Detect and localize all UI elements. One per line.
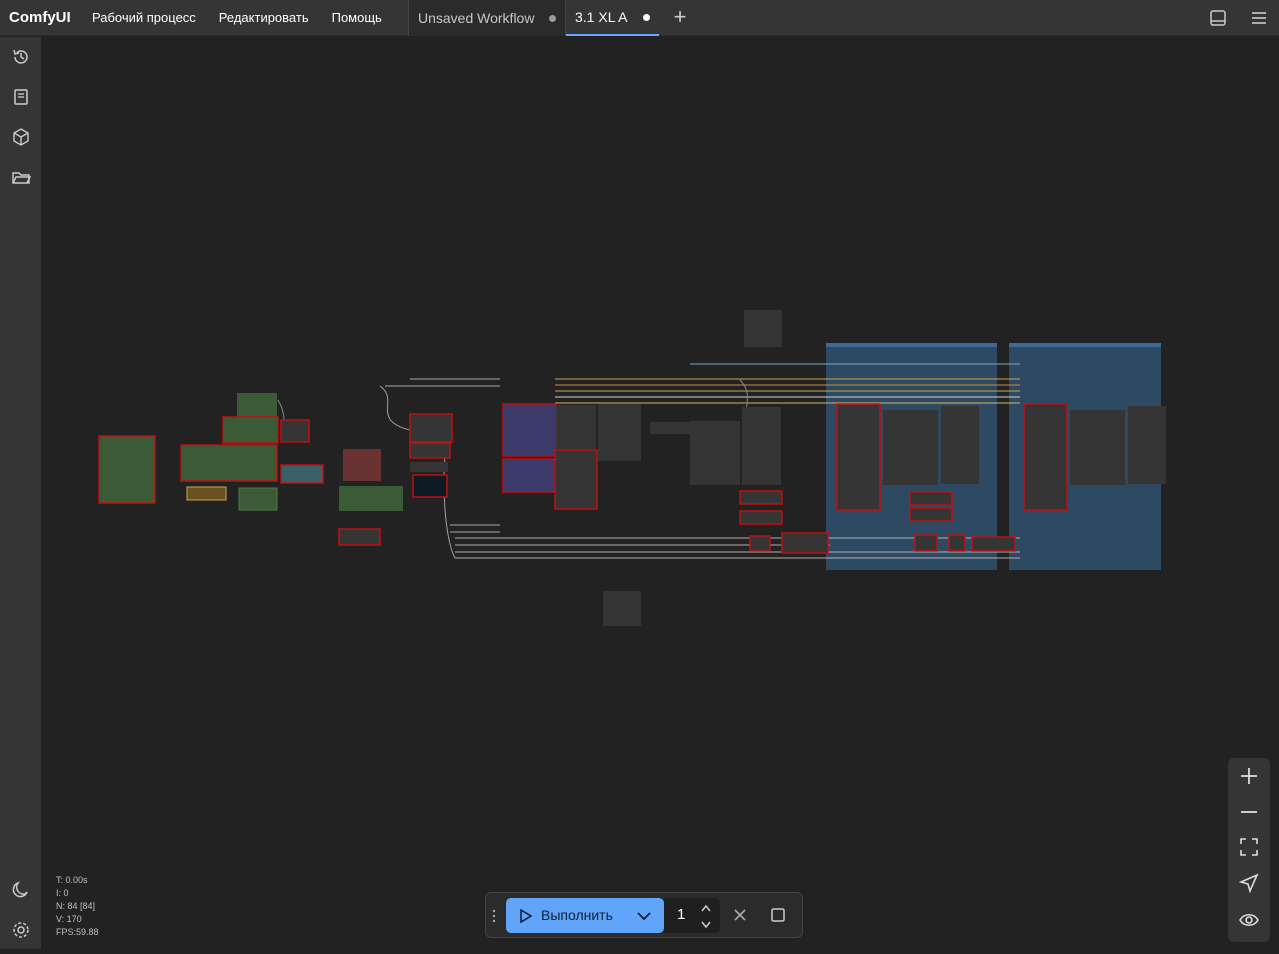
play-icon	[520, 909, 532, 923]
node[interactable]	[98, 310, 1166, 626]
tab-3-1-xl-a[interactable]: 3.1 XL A	[566, 0, 659, 36]
theme-moon-icon[interactable]	[11, 880, 31, 900]
history-icon[interactable]	[11, 47, 31, 67]
add-tab-icon[interactable]: +	[669, 6, 691, 29]
left-sidebar	[0, 37, 41, 949]
locate-icon[interactable]	[1238, 872, 1260, 894]
run-label: Выполнить	[541, 907, 613, 923]
chevron-up-icon[interactable]	[700, 903, 712, 913]
unsaved-dot-icon[interactable]	[549, 14, 556, 22]
model-cube-icon[interactable]	[11, 127, 31, 147]
stat-vertices: V: 170	[56, 914, 82, 924]
chevron-down-icon[interactable]	[636, 909, 652, 923]
tab-unsaved-workflow[interactable]: Unsaved Workflow	[408, 0, 566, 36]
menu-workflow[interactable]: Рабочий процесс	[92, 10, 196, 25]
settings-gear-icon[interactable]	[11, 920, 31, 940]
visibility-icon[interactable]	[1238, 909, 1260, 931]
toggle-panel-icon[interactable]	[1209, 9, 1227, 27]
chevron-down-icon[interactable]	[700, 920, 712, 930]
zoom-out-icon[interactable]	[1238, 801, 1260, 823]
drag-handle-icon[interactable]	[491, 908, 497, 924]
batch-count-value: 1	[677, 906, 686, 923]
batch-count-input[interactable]: 1	[664, 898, 720, 933]
workflow-tabs: Unsaved Workflow 3.1 XL A	[408, 0, 659, 36]
cancel-icon[interactable]	[732, 907, 748, 923]
stat-nodes: N: 84 [84]	[56, 901, 96, 911]
queue-toolbar: Выполнить 1	[485, 892, 803, 938]
zoom-in-icon[interactable]	[1238, 765, 1260, 787]
zoom-controls	[1228, 758, 1270, 942]
render-stats: T: 0.00s I: 0 N: 84 [84] V: 170 FPS:59.8…	[56, 874, 99, 939]
tab-label: Unsaved Workflow	[418, 10, 535, 26]
tab-label: 3.1 XL A	[575, 9, 628, 25]
fit-view-icon[interactable]	[1238, 836, 1260, 858]
stat-fps: FPS:59.88	[56, 927, 99, 937]
stat-time: T: 0.00s	[56, 875, 88, 885]
stop-icon[interactable]	[770, 907, 786, 923]
menu-edit[interactable]: Редактировать	[219, 10, 309, 25]
unsaved-dot-icon[interactable]	[643, 13, 650, 21]
run-button[interactable]: Выполнить	[506, 898, 664, 933]
app-logo: ComfyUI	[9, 9, 71, 26]
stat-i: I: 0	[56, 888, 69, 898]
node-graph[interactable]	[41, 37, 1279, 949]
graph-canvas[interactable]	[41, 37, 1279, 949]
library-icon[interactable]	[11, 87, 31, 107]
hamburger-menu-icon[interactable]	[1250, 9, 1268, 27]
menu-help[interactable]: Помощь	[332, 10, 382, 25]
folder-icon[interactable]	[11, 167, 31, 187]
